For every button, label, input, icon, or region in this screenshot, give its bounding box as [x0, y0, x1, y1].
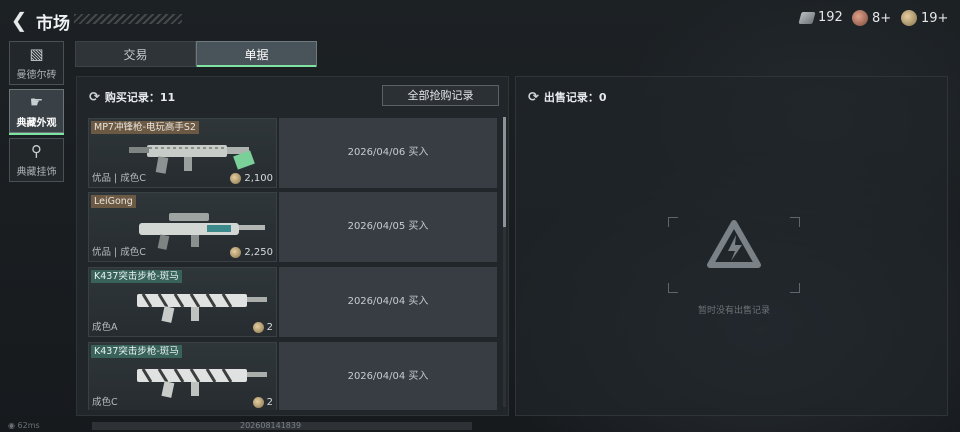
coin-icon: [230, 173, 242, 184]
top-bar: ❮ 市场 192 8+ 19+: [0, 0, 960, 38]
tab-bar: 交易 单据: [75, 41, 317, 67]
charm-icon: ⚲: [31, 142, 42, 160]
currency-token-value: 8+: [872, 10, 892, 26]
item-thumbnail: MP7冲锋枪-电玩高手S2 优品 | 成色C 2,100: [88, 118, 277, 188]
item-price: 2: [252, 322, 273, 333]
sidebar-item-label: 典藏挂饰: [16, 167, 57, 178]
purchase-records-title: 购买记录：11: [104, 91, 176, 104]
list-item[interactable]: K437突击步枪-斑马 成色C 2 2026/04/04 买入: [88, 342, 499, 410]
item-thumbnail: LeiGong 优品 | 成色C 2,250: [88, 192, 277, 262]
tab-orders[interactable]: 单据: [196, 41, 317, 67]
purchase-list-scrollbar[interactable]: [503, 117, 506, 407]
brick-icon: ▧: [29, 45, 44, 63]
item-thumbnail: K437突击步枪-斑马 成色C 2: [88, 342, 277, 410]
item-grade: 优品 | 成色C: [92, 173, 146, 184]
cart-out-icon: ⟳: [528, 89, 539, 105]
item-price: 2,100: [230, 173, 273, 184]
purchase-list[interactable]: MP7冲锋枪-电玩高手S2 优品 | 成色C 2,100 2026/04/06 …: [88, 118, 499, 410]
sidebar-item-label: 典藏外观: [16, 118, 57, 129]
currency-coin-value: 19+: [921, 10, 949, 26]
empty-logo-icon: [707, 220, 761, 268]
ping-value: 62ms: [17, 421, 40, 430]
currency-token[interactable]: 8+: [852, 10, 891, 26]
sales-records-header: ⟳ 出售记录：0: [528, 89, 607, 105]
item-thumbnail: K437突击步枪-斑马 成色A 2: [88, 267, 277, 337]
sidebar-item-bricks[interactable]: ▧ 曼德尔砖: [9, 41, 64, 85]
purchase-records-panel: ⟳ 购买记录：11 全部抢购记录 MP7冲锋枪-电玩高手S2 优品 | 成色C: [76, 76, 509, 416]
purchase-date: 2026/04/06 买入: [279, 118, 497, 188]
coin-icon: [252, 322, 264, 333]
item-price-value: 2: [266, 397, 273, 408]
tab-trade[interactable]: 交易: [75, 41, 196, 67]
item-grade: 优品 | 成色C: [92, 247, 146, 258]
empty-state: [668, 217, 800, 293]
item-grade: 成色A: [92, 322, 118, 333]
list-item[interactable]: LeiGong 优品 | 成色C 2,250 2026/04/05 买入: [88, 192, 499, 262]
pistol-icon: ☛: [29, 93, 44, 111]
list-item[interactable]: MP7冲锋枪-电玩高手S2 优品 | 成色C 2,100 2026/04/06 …: [88, 118, 499, 188]
currency-ticket-value: 192: [818, 10, 843, 25]
assault-rifle-icon: [137, 293, 267, 323]
build-number: 202608141839: [240, 421, 302, 430]
sidebar-item-label: 曼德尔砖: [16, 70, 57, 81]
item-price-value: 2,250: [244, 247, 273, 258]
ticket-icon: [798, 11, 816, 24]
purchase-date: 2026/04/05 买入: [279, 192, 497, 262]
item-price-value: 2: [266, 322, 273, 333]
rifle-icon: [139, 213, 265, 250]
list-item[interactable]: K437突击步枪-斑马 成色A 2 2026/04/04 买入: [88, 267, 499, 337]
status-footer: ◉ 62ms 202608141839: [0, 420, 960, 432]
network-ping: ◉ 62ms: [8, 421, 40, 430]
coin-icon: [252, 397, 264, 408]
item-price: 2: [252, 397, 273, 408]
item-grade: 成色C: [92, 397, 118, 408]
item-price-value: 2,100: [244, 173, 273, 184]
back-arrow-icon[interactable]: ❮: [8, 9, 30, 31]
scrollbar-thumb[interactable]: [503, 117, 506, 227]
title-decoration: [74, 14, 182, 24]
all-rush-purchase-records-button[interactable]: 全部抢购记录: [382, 85, 499, 106]
sidebar-item-skins[interactable]: ☛ 典藏外观: [9, 89, 64, 135]
token-icon: [852, 10, 868, 26]
sales-records-title: 出售记录：0: [543, 91, 607, 104]
smg-icon: [129, 145, 255, 174]
item-price: 2,250: [230, 247, 273, 258]
coin-icon: [901, 10, 917, 26]
currency-coin[interactable]: 19+: [901, 10, 948, 26]
sidebar-item-charms[interactable]: ⚲ 典藏挂饰: [9, 138, 64, 182]
page-title: 市场: [36, 14, 70, 34]
empty-state-text: 暂时没有出售记录: [697, 306, 770, 316]
currency-ticket[interactable]: 192: [798, 10, 843, 25]
coin-icon: [230, 247, 242, 258]
purchase-date: 2026/04/04 买入: [279, 267, 497, 337]
sales-records-panel: ⟳ 出售记录：0 暂时没有出售记录: [515, 76, 948, 416]
purchase-records-header: ⟳ 购买记录：11: [89, 89, 175, 105]
purchase-date: 2026/04/04 买入: [279, 342, 497, 410]
cart-in-icon: ⟳: [89, 89, 100, 105]
assault-rifle-icon: [137, 368, 267, 398]
